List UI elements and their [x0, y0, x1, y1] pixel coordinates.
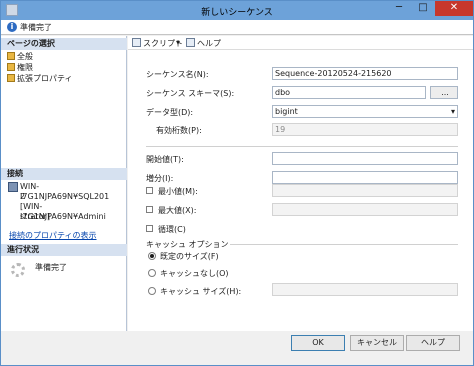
- precision-field: 19: [272, 123, 458, 136]
- schema-browse-button[interactable]: ...: [430, 86, 458, 99]
- script-icon: [132, 38, 141, 47]
- cache-size-label: キャッシュ サイズ(H):: [160, 287, 242, 296]
- cache-default-radio[interactable]: [148, 252, 156, 260]
- cache-size-field: [272, 283, 458, 296]
- page-icon: [7, 52, 15, 60]
- script-dropdown[interactable]: ▾: [176, 38, 180, 47]
- chevron-down-icon: ▾: [450, 107, 455, 116]
- sequence-name-label: シーケンス名(N):: [146, 70, 209, 79]
- help-toolbar-button[interactable]: ヘルプ: [186, 38, 221, 49]
- minimize-button[interactable]: ─: [387, 1, 411, 16]
- page-item-extended-properties[interactable]: 拡張プロパティ: [7, 73, 73, 84]
- ok-button[interactable]: OK: [291, 335, 345, 351]
- server-icon: [8, 182, 18, 192]
- page-label: 拡張プロパティ: [17, 74, 73, 83]
- help-label: ヘルプ: [197, 39, 221, 48]
- spinner-icon: [11, 263, 25, 277]
- page-icon: [7, 63, 15, 71]
- help-button[interactable]: ヘルプ: [406, 335, 460, 351]
- schema-field[interactable]: dbo: [272, 86, 426, 99]
- increment-field[interactable]: [272, 171, 458, 184]
- precision-label: 有効桁数(P):: [156, 126, 202, 135]
- datatype-label: データ型(D):: [146, 108, 194, 117]
- toolbar: スクリプト ▾ ヘルプ: [128, 36, 473, 50]
- progress-header: 進行状況: [1, 244, 127, 256]
- status-text: 準備完了: [20, 23, 52, 32]
- connection-server: WIN-I7G1NJPA69N¥SQL201: [20, 182, 110, 201]
- divider: [146, 146, 458, 147]
- connection-user: strator]: [20, 212, 50, 221]
- sequence-name-field[interactable]: Sequence-20120524-215620: [272, 67, 458, 80]
- max-value-field: [272, 203, 458, 216]
- status-bar: i 準備完了: [1, 20, 473, 35]
- pages-header: ページの選択: [1, 38, 127, 50]
- help-icon: [186, 38, 195, 47]
- page-item-general[interactable]: 全般: [7, 51, 33, 62]
- page-icon: [7, 74, 15, 82]
- max-value-label: 最大値(X):: [158, 206, 197, 215]
- dialog-window: 新しいシーケンス ─ □ ✕ i 準備完了 ページの選択 全般 権限 拡張プロパ…: [0, 0, 474, 366]
- start-value-field[interactable]: [272, 152, 458, 165]
- datatype-value: bigint: [275, 107, 298, 116]
- info-icon: i: [7, 22, 17, 32]
- cache-none-label: キャッシュなし(O): [160, 269, 229, 278]
- divider: [230, 244, 458, 245]
- page-label: 全般: [17, 52, 33, 61]
- cache-size-radio[interactable]: [148, 287, 156, 295]
- increment-label: 増分(I):: [146, 174, 174, 183]
- close-button[interactable]: ✕: [435, 1, 473, 16]
- title-bar: 新しいシーケンス ─ □ ✕: [1, 1, 473, 20]
- cycle-checkbox[interactable]: [146, 225, 153, 232]
- cache-none-radio[interactable]: [148, 269, 156, 277]
- page-label: 権限: [17, 63, 33, 72]
- view-connection-properties-link[interactable]: 接続のプロパティの表示: [9, 230, 97, 241]
- cache-default-label: 既定のサイズ(F): [160, 252, 219, 261]
- datatype-select[interactable]: bigint ▾: [272, 105, 458, 118]
- page-item-permissions[interactable]: 権限: [7, 62, 33, 73]
- connection-header: 接続: [1, 168, 127, 180]
- schema-label: シーケンス スキーマ(S):: [146, 89, 235, 98]
- progress-text: 準備完了: [35, 263, 67, 272]
- start-value-label: 開始値(T):: [146, 155, 184, 164]
- connection-server: 2: [20, 192, 26, 201]
- left-pane: ページの選択 全般 権限 拡張プロパティ 接続 WIN-I7G1NJPA69N¥…: [1, 36, 127, 331]
- main-pane: スクリプト ▾ ヘルプ シーケンス名(N): Sequence-20120524…: [128, 36, 473, 331]
- min-value-label: 最小値(M):: [158, 187, 198, 196]
- min-value-field: [272, 184, 458, 197]
- maximize-button[interactable]: □: [411, 1, 435, 16]
- cycle-label: 循環(C): [158, 225, 186, 234]
- cancel-button[interactable]: キャンセル: [350, 335, 404, 351]
- min-value-checkbox[interactable]: [146, 187, 153, 194]
- cache-options-label: キャッシュ オプション: [146, 240, 229, 249]
- max-value-checkbox[interactable]: [146, 206, 153, 213]
